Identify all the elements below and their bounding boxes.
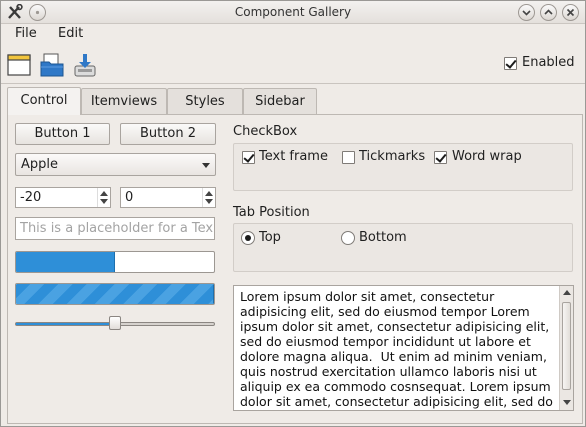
spin-down-icon[interactable] bbox=[100, 199, 108, 204]
chevron-down-icon bbox=[522, 10, 531, 16]
busy-progress-fill bbox=[16, 284, 214, 304]
open-folder-icon[interactable] bbox=[39, 52, 65, 78]
top-radio-label: Top bbox=[259, 230, 281, 245]
spin-separator bbox=[97, 188, 98, 207]
top-radio[interactable] bbox=[241, 231, 255, 245]
bottom-radio-label: Bottom bbox=[359, 230, 407, 245]
word-wrap-label: Word wrap bbox=[452, 149, 522, 164]
tab-control[interactable]: Control bbox=[7, 87, 81, 115]
close-button[interactable] bbox=[562, 4, 579, 21]
spinbox-2-value: 0 bbox=[125, 190, 134, 205]
app-window: Component Gallery File Edit Enabled Cont… bbox=[0, 0, 586, 427]
tickmarks-label: Tickmarks bbox=[359, 149, 426, 164]
progress-bar bbox=[15, 251, 215, 273]
combobox-value: Apple bbox=[21, 157, 59, 172]
fruit-combobox[interactable]: Apple bbox=[15, 153, 216, 176]
tab-position-group: Top Bottom bbox=[233, 223, 573, 272]
tickmarks-checkbox[interactable] bbox=[342, 151, 355, 164]
tab-sidebar[interactable]: Sidebar bbox=[243, 88, 317, 114]
scroll-up-icon[interactable] bbox=[563, 290, 571, 295]
busy-progress-bar bbox=[15, 283, 215, 305]
spinbox-1-value: -20 bbox=[20, 190, 42, 205]
checkbox-group-title: CheckBox bbox=[233, 124, 298, 139]
slider-handle[interactable] bbox=[109, 316, 121, 330]
spinbox-1[interactable]: -20 bbox=[15, 187, 111, 208]
menu-edit[interactable]: Edit bbox=[58, 26, 83, 41]
tab-bar: Control Itemviews Styles Sidebar bbox=[7, 87, 583, 115]
text-edit-content: Lorem ipsum dolor sit amet, consectetur … bbox=[240, 289, 553, 410]
progress-fill bbox=[16, 252, 115, 272]
line-edit-placeholder: This is a placeholder for a Tex… bbox=[20, 221, 215, 236]
spin-up-icon[interactable] bbox=[100, 191, 108, 196]
button-1[interactable]: Button 1 bbox=[15, 123, 110, 145]
text-line-edit[interactable]: This is a placeholder for a Tex… bbox=[15, 217, 215, 240]
close-icon bbox=[566, 8, 575, 17]
menu-bar: File Edit bbox=[1, 24, 585, 44]
text-frame-checkbox[interactable] bbox=[242, 151, 255, 164]
bottom-radio[interactable] bbox=[341, 231, 355, 245]
tab-styles[interactable]: Styles bbox=[167, 88, 243, 114]
control-tab-panel: Button 1 Button 2 Apple -20 0 This is a … bbox=[7, 114, 583, 424]
maximize-button[interactable] bbox=[540, 4, 557, 21]
scroll-down-icon[interactable] bbox=[563, 400, 571, 405]
title-bar[interactable]: Component Gallery bbox=[1, 1, 585, 24]
spin-up-icon[interactable] bbox=[205, 191, 213, 196]
text-frame-label: Text frame bbox=[259, 149, 328, 164]
tab-position-group-title: Tab Position bbox=[233, 205, 310, 220]
toolbar: Enabled bbox=[1, 46, 585, 84]
chevron-up-icon bbox=[544, 9, 553, 15]
chevron-down-icon bbox=[202, 163, 210, 168]
download-save-icon[interactable] bbox=[72, 52, 98, 78]
button-2[interactable]: Button 2 bbox=[120, 123, 216, 145]
text-edit[interactable]: Lorem ipsum dolor sit amet, consectetur … bbox=[233, 285, 574, 411]
word-wrap-checkbox[interactable] bbox=[434, 151, 447, 164]
enabled-checkbox[interactable] bbox=[504, 57, 517, 70]
new-window-icon[interactable] bbox=[6, 52, 32, 78]
enabled-label: Enabled bbox=[522, 55, 575, 70]
slider-fill bbox=[16, 323, 115, 325]
menu-file[interactable]: File bbox=[15, 26, 37, 41]
vertical-scrollbar[interactable] bbox=[559, 286, 573, 410]
spin-separator bbox=[202, 188, 203, 207]
tab-itemviews[interactable]: Itemviews bbox=[81, 88, 167, 114]
checkbox-group: Text frame Tickmarks Word wrap bbox=[233, 143, 573, 191]
scrollbar-thumb[interactable] bbox=[562, 302, 571, 390]
spinbox-2[interactable]: 0 bbox=[120, 187, 216, 208]
spin-down-icon[interactable] bbox=[205, 199, 213, 204]
minimize-button[interactable] bbox=[518, 4, 535, 21]
window-title: Component Gallery bbox=[234, 5, 352, 19]
